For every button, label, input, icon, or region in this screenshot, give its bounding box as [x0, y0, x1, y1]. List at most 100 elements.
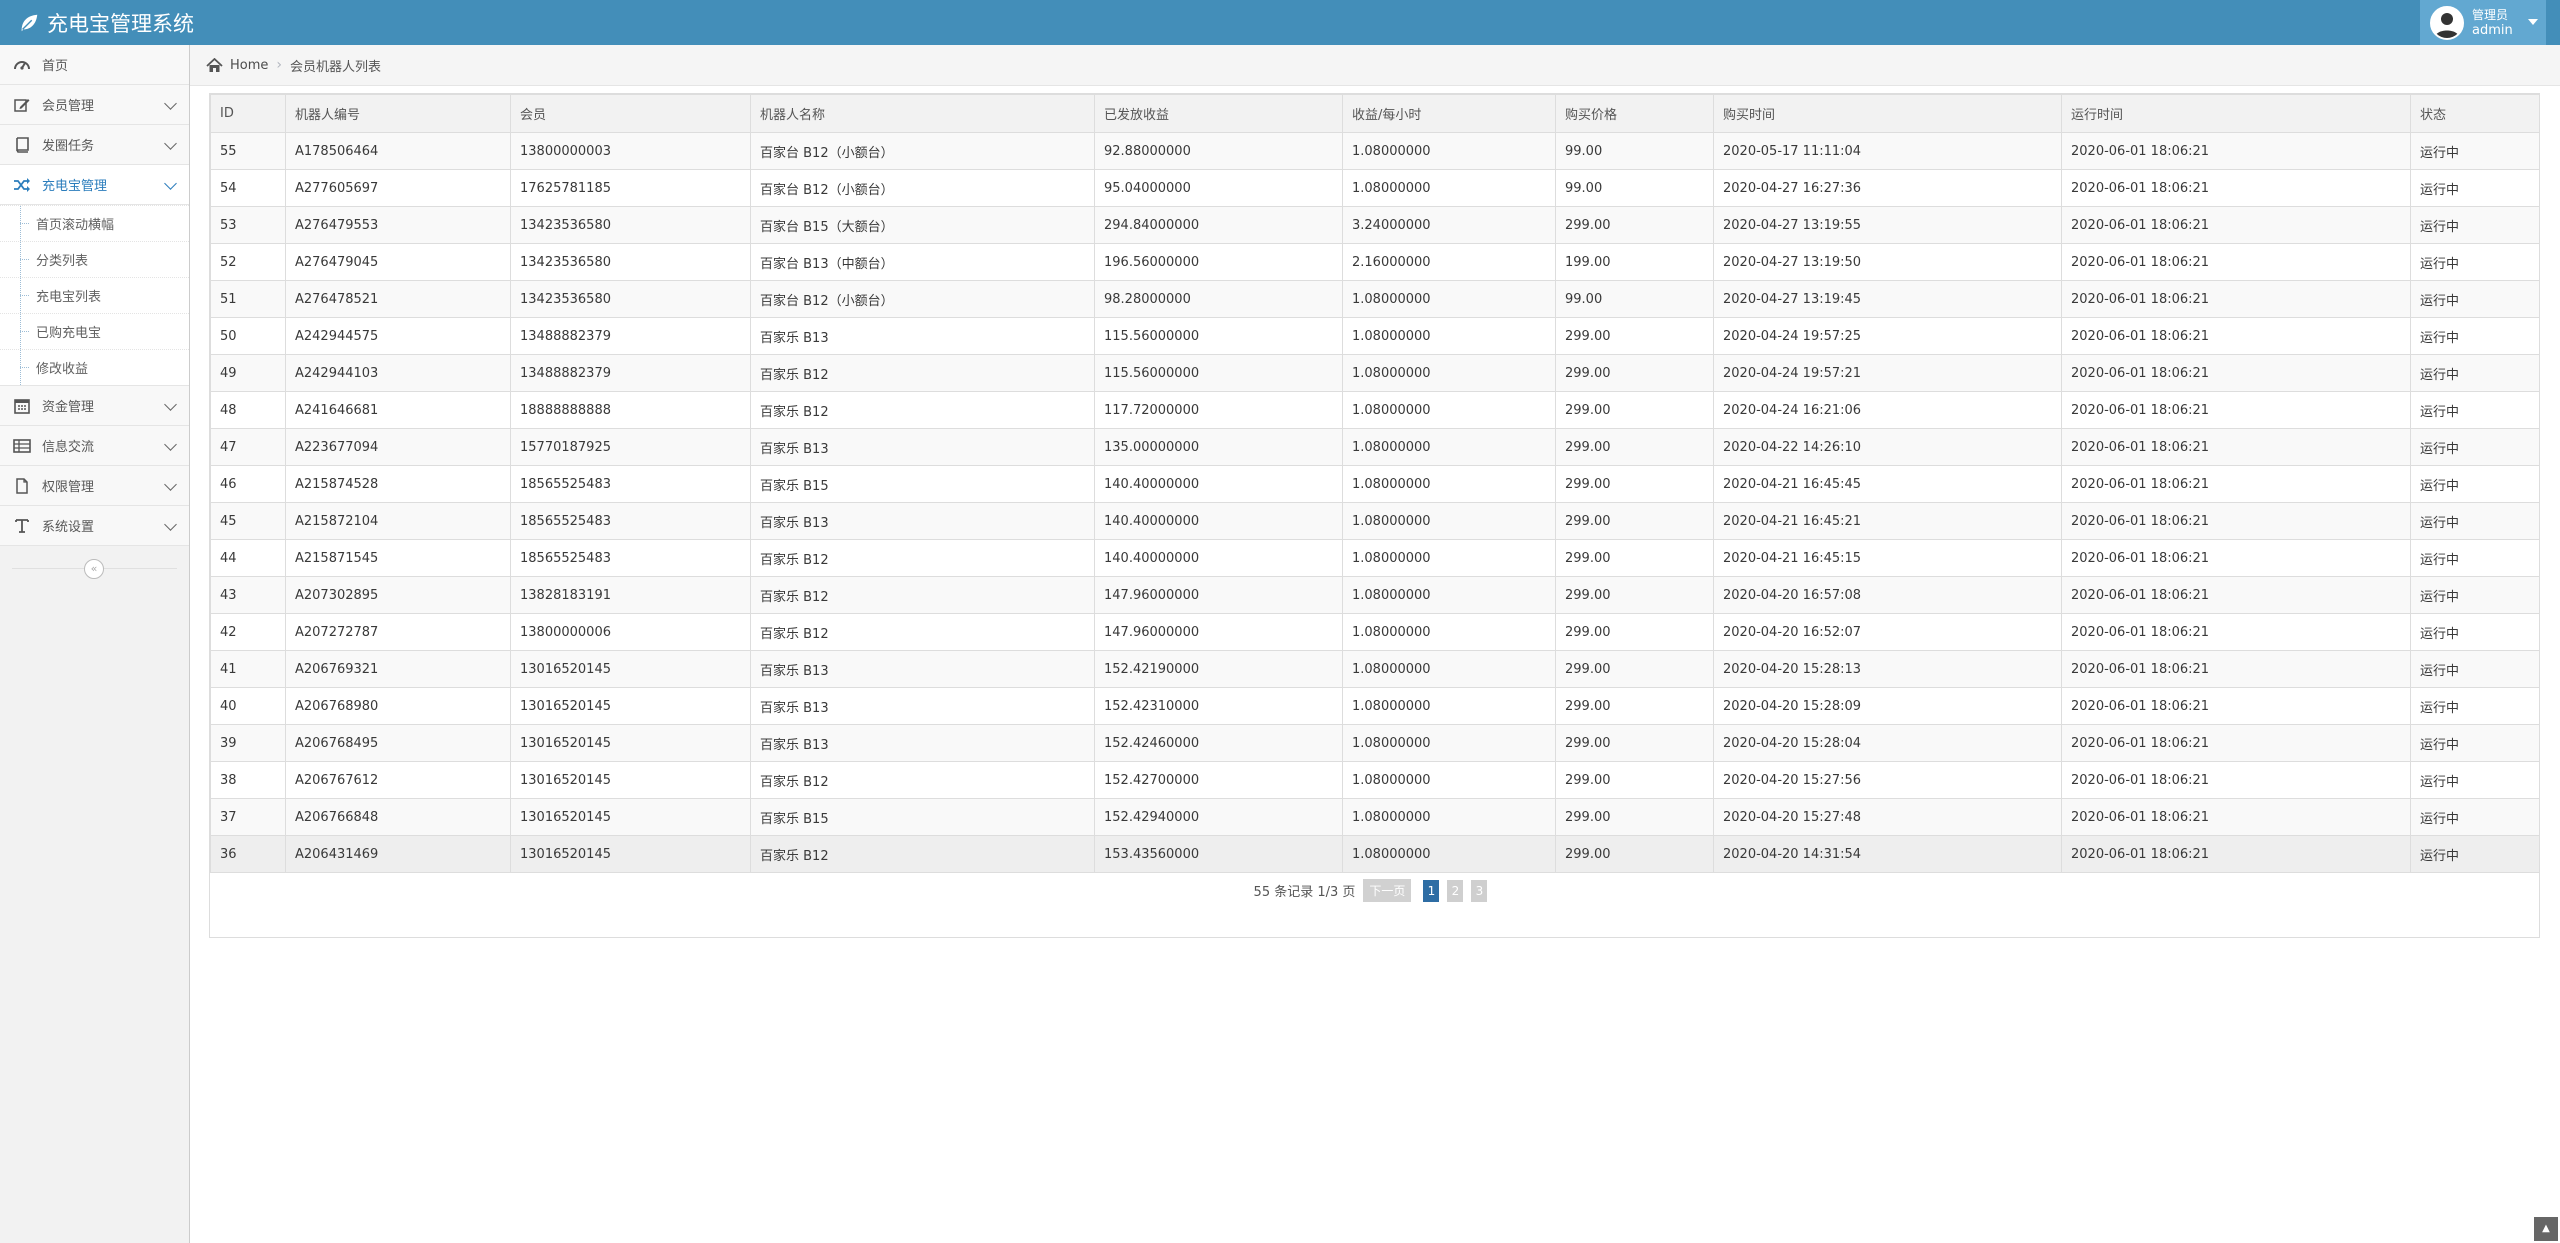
table-row[interactable]: 46 A215874528 18565525483 百家乐 B15 140.400000… [210, 465, 2540, 503]
table-cell: A206768980 [285, 687, 511, 725]
table-row[interactable]: 55 A178506464 13800000003 百家台 B12（小额台） 92.88… [210, 132, 2540, 170]
page-1-button[interactable]: 1 [1423, 879, 1440, 902]
table-row[interactable]: 53 A276479553 13423536580 百家台 B15（大额台） 294.8… [210, 206, 2540, 244]
table-row[interactable]: 51 A276478521 13423536580 百家台 B12（小额台） 98.28… [210, 280, 2540, 318]
table-cell: 2020-06-01 18:06:21 [2061, 502, 2411, 540]
table-row[interactable]: 47 A223677094 15770187925 百家乐 B13 135.000000… [210, 428, 2540, 466]
table-row[interactable]: 38 A206767612 13016520145 百家乐 B12 152.427000… [210, 761, 2540, 799]
table-cell: 299.00 [1555, 613, 1714, 651]
page-3-button[interactable]: 3 [1471, 879, 1488, 902]
calendar-icon [14, 398, 30, 414]
table-row[interactable]: 54 A277605697 17625781185 百家台 B12（小额台） 95.04… [210, 169, 2540, 207]
sidebar-item-permissions[interactable]: 权限管理 [0, 466, 189, 506]
shuffle-icon [14, 177, 30, 192]
table-cell: 2020-04-20 15:27:48 [1713, 798, 2062, 836]
table-cell: 41 [210, 650, 286, 688]
table-cell: 99.00 [1555, 169, 1714, 207]
column-header: 状态 [2410, 94, 2540, 133]
table-cell: A215872104 [285, 502, 511, 540]
table-cell: 运行中 [2410, 576, 2540, 614]
table-cell: 2020-04-20 15:28:13 [1713, 650, 2062, 688]
table-cell: 2020-06-01 18:06:21 [2061, 243, 2411, 281]
pagination-info: 55 条记录 1/3 页 [1253, 885, 1356, 900]
table-row[interactable]: 39 A206768495 13016520145 百家乐 B13 152.424600… [210, 724, 2540, 762]
table-cell: 1.08000000 [1342, 650, 1556, 688]
table-row[interactable]: 42 A207272787 13800000006 百家乐 B12 147.960000… [210, 613, 2540, 651]
sidebar-item-label: 系统设置 [42, 520, 95, 535]
table-row[interactable]: 50 A242944575 13488882379 百家乐 B13 115.560000… [210, 317, 2540, 355]
table-cell: 2020-06-01 18:06:21 [2061, 576, 2411, 614]
chevron-down-icon [164, 398, 177, 411]
prev-page-button[interactable]: 下一页 [1363, 879, 1412, 902]
submenu-item-purchased[interactable]: 已购充电宝 [0, 313, 189, 349]
user-menu[interactable]: 管理员 admin [2420, 0, 2546, 45]
sidebar-item-funds[interactable]: 资金管理 [0, 386, 189, 426]
table-cell: 2020-05-17 11:11:04 [1713, 132, 2062, 170]
table-cell: 2020-04-24 16:21:06 [1713, 391, 2062, 429]
table-cell: 2020-06-01 18:06:21 [2061, 761, 2411, 799]
collapse-sidebar-button[interactable]: « [84, 559, 104, 579]
table-row[interactable]: 45 A215872104 18565525483 百家乐 B13 140.400000… [210, 502, 2540, 540]
table-cell: 49 [210, 354, 286, 392]
table-cell: 299.00 [1555, 835, 1714, 873]
table-cell: 2020-06-01 18:06:21 [2061, 835, 2411, 873]
table-row[interactable]: 52 A276479045 13423536580 百家台 B13（中额台） 196.5… [210, 243, 2540, 281]
app-title: 充电宝管理系统 [47, 11, 194, 36]
table-cell: 2020-04-24 19:57:21 [1713, 354, 2062, 392]
table-cell: 百家乐 B12 [750, 835, 1095, 873]
submenu-item-banner[interactable]: 首页滚动横幅 [0, 205, 189, 241]
dashboard-icon [14, 60, 30, 70]
table-cell: 39 [210, 724, 286, 762]
table-cell: 299.00 [1555, 391, 1714, 429]
chevron-down-icon [164, 518, 177, 531]
table-row[interactable]: 49 A242944103 13488882379 百家乐 B12 115.560000… [210, 354, 2540, 392]
breadcrumb-home-link[interactable]: Home [230, 58, 268, 73]
table-cell: 2020-06-01 18:06:21 [2061, 798, 2411, 836]
table-row[interactable]: 37 A206766848 13016520145 百家乐 B15 152.429400… [210, 798, 2540, 836]
table-cell: 2020-06-01 18:06:21 [2061, 428, 2411, 466]
table-cell: 37 [210, 798, 286, 836]
table-row[interactable]: 40 A206768980 13016520145 百家乐 B13 152.423100… [210, 687, 2540, 725]
table-cell: 15770187925 [510, 428, 751, 466]
table-cell: 2020-04-21 16:45:15 [1713, 539, 2062, 577]
table-cell: 44 [210, 539, 286, 577]
table-cell: 40 [210, 687, 286, 725]
table-cell: 1.08000000 [1342, 761, 1556, 799]
table-row[interactable]: 48 A241646681 18888888888 百家乐 B12 117.720000… [210, 391, 2540, 429]
table-cell: 13423536580 [510, 206, 751, 244]
submenu-item-powerbank-list[interactable]: 充电宝列表 [0, 277, 189, 313]
submenu-powerbank: 首页滚动横幅 分类列表 充电宝列表 已购充电宝 修改收益 [0, 205, 189, 386]
table-cell: 2020-06-01 18:06:21 [2061, 280, 2411, 318]
table-row[interactable]: 41 A206769321 13016520145 百家乐 B13 152.421900… [210, 650, 2540, 688]
table-cell: 50 [210, 317, 286, 355]
sidebar-item-tasks[interactable]: 发圈任务 [0, 125, 189, 165]
submenu-item-categories[interactable]: 分类列表 [0, 241, 189, 277]
table-cell: 2020-06-01 18:06:21 [2061, 724, 2411, 762]
column-header: 运行时间 [2061, 94, 2411, 133]
table-cell: 45 [210, 502, 286, 540]
sidebar-item-label: 发圈任务 [42, 139, 95, 154]
sidebar-item-settings[interactable]: 系统设置 [0, 506, 189, 546]
table-row[interactable]: 44 A215871545 18565525483 百家乐 B12 140.400000… [210, 539, 2540, 577]
table-cell: 2020-06-01 18:06:21 [2061, 206, 2411, 244]
table-row[interactable]: 36 A206431469 13016520145 百家乐 B12 153.435600… [210, 835, 2540, 873]
breadcrumb: Home › 会员机器人列表 [190, 45, 2560, 86]
table-cell: 2020-06-01 18:06:21 [2061, 687, 2411, 725]
table-cell: 1.08000000 [1342, 317, 1556, 355]
table-cell: 百家乐 B13 [750, 502, 1095, 540]
table-row[interactable]: 43 A207302895 13828183191 百家乐 B12 147.960000… [210, 576, 2540, 614]
chevron-down-icon [164, 97, 177, 110]
submenu-item-edit-earnings[interactable]: 修改收益 [0, 349, 189, 385]
sidebar-item-powerbank[interactable]: 充电宝管理 [0, 165, 189, 205]
sidebar-item-home[interactable]: 首页 [0, 45, 189, 85]
table-cell: 13488882379 [510, 317, 751, 355]
table-header-row: ID 机器人编号 会员 机器人名称 已发放收益 收益/每小时 购买价格 购买时间 运行时间 状态 [210, 94, 2540, 133]
table-cell: 135.00000000 [1094, 428, 1343, 466]
table-cell: 1.08000000 [1342, 539, 1556, 577]
brand[interactable]: 充电宝管理系统 [18, 0, 194, 45]
page-2-button[interactable]: 2 [1447, 879, 1464, 902]
scroll-top-button[interactable]: ▲ [2534, 1217, 2558, 1241]
sidebar-item-members[interactable]: 会员管理 [0, 85, 189, 125]
sidebar-item-messages[interactable]: 信息交流 [0, 426, 189, 466]
table-cell: 2020-06-01 18:06:21 [2061, 317, 2411, 355]
